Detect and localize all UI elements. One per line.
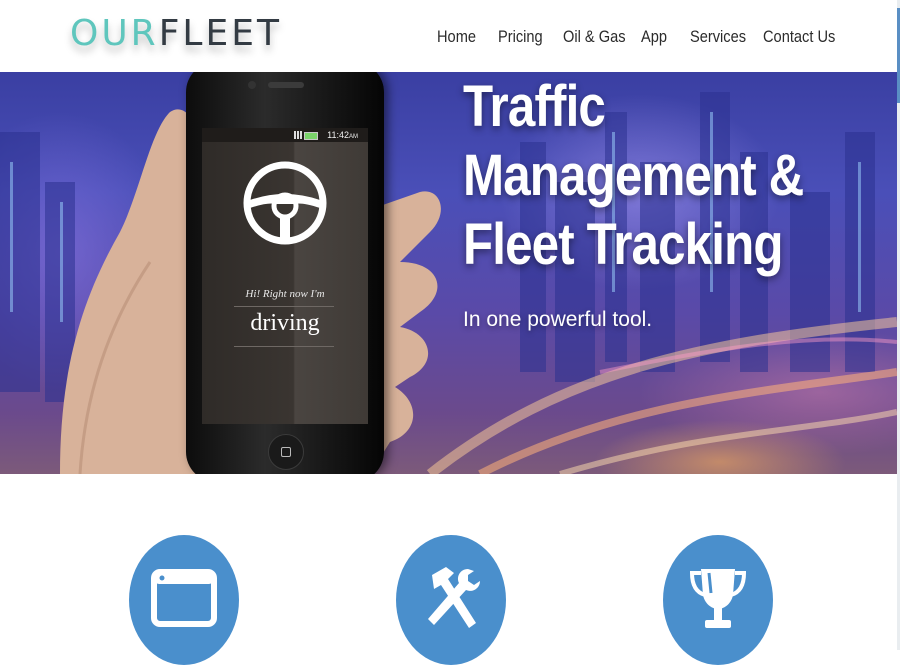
nav-contact-us[interactable]: Contact Us bbox=[763, 25, 835, 49]
smartphone: 11:42AM Hi! Right now I'm driving bbox=[186, 72, 384, 474]
hero-subtitle: In one powerful tool. bbox=[463, 308, 653, 331]
battery-icon bbox=[304, 132, 318, 140]
hammer-wrench-icon bbox=[428, 567, 480, 628]
hero-title: Traffic Management & Fleet Tracking bbox=[463, 72, 820, 279]
hero-title-line: Traffic bbox=[463, 74, 606, 139]
signal-icon bbox=[294, 131, 302, 139]
divider bbox=[234, 306, 334, 307]
hero-banner: 11:42AM Hi! Right now I'm driving Traffi… bbox=[0, 72, 897, 474]
feature-tools[interactable] bbox=[396, 535, 506, 665]
nav-pricing[interactable]: Pricing bbox=[498, 25, 543, 49]
phone-status-text: driving bbox=[250, 310, 320, 336]
phone-time: 11:42AM bbox=[327, 130, 358, 140]
nav-app[interactable]: App bbox=[641, 25, 667, 49]
phone-status-bar: 11:42AM bbox=[202, 128, 368, 142]
nav-home[interactable]: Home bbox=[437, 25, 476, 49]
steering-wheel-icon bbox=[243, 161, 327, 245]
main-nav: Home Pricing Oil & Gas App Services Cont… bbox=[0, 25, 897, 49]
feature-awards[interactable] bbox=[663, 535, 773, 665]
feature-web[interactable] bbox=[129, 535, 239, 665]
phone-screen: 11:42AM Hi! Right now I'm driving bbox=[202, 128, 368, 424]
divider bbox=[234, 346, 334, 347]
phone-greeting: Hi! Right now I'm bbox=[245, 288, 325, 300]
phone-camera bbox=[248, 81, 256, 89]
trophy-icon bbox=[689, 569, 747, 628]
nav-oil-gas[interactable]: Oil & Gas bbox=[563, 25, 626, 49]
nav-services[interactable]: Services bbox=[690, 25, 746, 49]
phone-home-button bbox=[268, 434, 304, 470]
site-header: OURFLEET Home Pricing Oil & Gas App Serv… bbox=[0, 0, 897, 72]
phone-speaker bbox=[268, 82, 304, 88]
hero-title-line: Fleet Tracking bbox=[463, 212, 783, 277]
browser-window-icon bbox=[151, 569, 217, 627]
hero-title-line: Management & bbox=[463, 143, 804, 208]
